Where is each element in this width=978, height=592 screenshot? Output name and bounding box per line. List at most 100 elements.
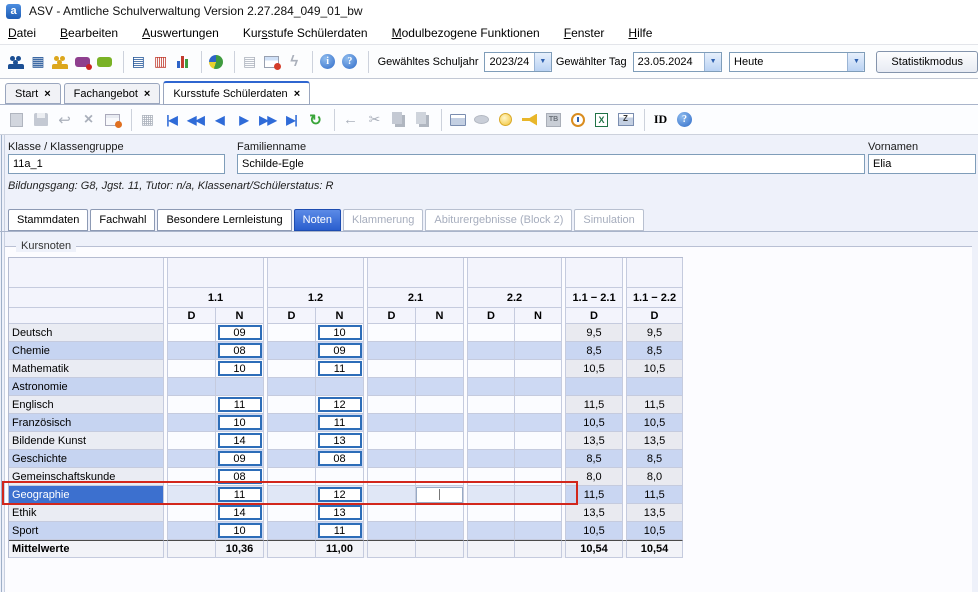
subject-cell[interactable]: Sport [9, 522, 164, 540]
schoolyear-combobox[interactable]: 2023/24 ▼ [484, 52, 551, 72]
tab-fachangebot[interactable]: Fachangebot× [64, 83, 161, 104]
info-icon[interactable]: i [318, 52, 337, 72]
n-grade-cell[interactable] [416, 522, 464, 540]
n-grade-cell[interactable] [316, 378, 364, 396]
n-grade-cell[interactable]: 09 [216, 450, 264, 468]
d-grade-cell[interactable] [268, 324, 316, 342]
copy-icon[interactable] [388, 110, 409, 130]
subject-cell[interactable]: Deutsch [9, 324, 164, 342]
refresh-icon[interactable]: ↻ [305, 110, 326, 130]
n-grade-cell[interactable]: 11 [216, 396, 264, 414]
cardfile-icon[interactable]: ▦ [137, 110, 158, 130]
d-grade-cell[interactable] [368, 522, 416, 540]
subject-cell[interactable]: Französisch [9, 414, 164, 432]
n-grade-cell[interactable] [416, 342, 464, 360]
pie-chart-icon[interactable] [207, 52, 226, 72]
n-grade-cell[interactable] [416, 432, 464, 450]
n-grade-cell[interactable]: 10 [316, 324, 364, 342]
d-grade-cell[interactable] [468, 342, 515, 360]
n-grade-cell[interactable]: 08 [216, 342, 264, 360]
day-combobox[interactable]: 23.05.2024 ▼ [633, 52, 722, 72]
n-grade-cell[interactable]: 14 [216, 504, 264, 522]
n-grade-cell[interactable] [515, 432, 562, 450]
grade-input[interactable]: 09 [218, 451, 262, 466]
grade-input[interactable]: 09 [218, 325, 262, 340]
n-grade-cell[interactable] [216, 378, 264, 396]
d-grade-cell[interactable] [268, 450, 316, 468]
menu-bearbeiten[interactable]: Bearbeiten [60, 23, 128, 43]
n-grade-cell[interactable] [416, 396, 464, 414]
d-grade-cell[interactable] [468, 522, 515, 540]
print-icon[interactable] [447, 110, 468, 130]
preview-icon[interactable] [471, 110, 492, 130]
n-grade-cell[interactable] [416, 504, 464, 522]
quick-action-bolt-icon[interactable]: ϟ [285, 52, 304, 72]
n-grade-cell[interactable] [515, 396, 562, 414]
tab-noten[interactable]: Noten [294, 209, 341, 231]
close-icon[interactable]: × [144, 88, 150, 100]
n-grade-cell[interactable]: 10 [216, 522, 264, 540]
grade-input[interactable]: 10 [318, 325, 362, 340]
d-grade-cell[interactable] [368, 342, 416, 360]
close-icon[interactable]: × [44, 88, 50, 100]
bar-chart-icon[interactable] [173, 52, 192, 72]
n-grade-cell[interactable]: 08 [316, 450, 364, 468]
cut-icon[interactable]: ✂ [364, 110, 385, 130]
d-grade-cell[interactable] [268, 432, 316, 450]
grade-input[interactable]: 12 [318, 397, 362, 412]
close-module-icon[interactable] [262, 52, 281, 72]
last-record-icon[interactable]: ▶| [281, 110, 302, 130]
fast-backward-icon[interactable]: ◀◀ [185, 110, 206, 130]
n-grade-cell[interactable] [515, 522, 562, 540]
n-grade-cell[interactable] [515, 504, 562, 522]
n-grade-cell[interactable] [515, 324, 562, 342]
menu-kursstufe-schuelerdaten[interactable]: Kursstufe Schülerdaten [243, 23, 378, 43]
save-icon[interactable] [30, 110, 51, 130]
d-grade-cell[interactable] [268, 522, 316, 540]
grade-input[interactable]: 10 [218, 523, 262, 538]
hint-bulb-icon[interactable] [495, 110, 516, 130]
menu-datei[interactable]: Datei [8, 23, 46, 43]
d-grade-cell[interactable] [468, 432, 515, 450]
excel-export-icon[interactable]: X [591, 110, 612, 130]
n-grade-cell[interactable] [416, 414, 464, 432]
d-grade-cell[interactable] [168, 342, 216, 360]
n-grade-cell[interactable]: 11 [316, 414, 364, 432]
d-grade-cell[interactable] [368, 414, 416, 432]
grade-input[interactable]: 13 [318, 505, 362, 520]
grade-input[interactable]: 08 [318, 451, 362, 466]
n-grade-cell[interactable]: 09 [216, 324, 264, 342]
familienname-field[interactable]: Schilde-Egle [237, 154, 865, 174]
d-grade-cell[interactable] [368, 432, 416, 450]
subject-cell[interactable]: Bildende Kunst [9, 432, 164, 450]
help-icon[interactable]: ? [340, 52, 359, 72]
paste-icon[interactable] [412, 110, 433, 130]
d-grade-cell[interactable] [468, 414, 515, 432]
n-grade-cell[interactable]: 13 [316, 432, 364, 450]
grade-input[interactable]: 14 [218, 433, 262, 448]
chevron-down-icon[interactable]: ▼ [534, 53, 551, 71]
n-grade-cell[interactable] [515, 414, 562, 432]
grade-input[interactable]: 14 [218, 505, 262, 520]
new-record-icon[interactable] [6, 110, 27, 130]
grade-input[interactable]: 11 [218, 397, 262, 412]
tab-start[interactable]: Start× [5, 83, 61, 104]
d-grade-cell[interactable] [368, 360, 416, 378]
d-grade-cell[interactable] [368, 450, 416, 468]
subject-cell[interactable]: Englisch [9, 396, 164, 414]
grade-input[interactable]: 11 [318, 415, 362, 430]
d-grade-cell[interactable] [468, 324, 515, 342]
d-grade-cell[interactable] [368, 324, 416, 342]
n-grade-cell[interactable] [515, 360, 562, 378]
subject-cell[interactable]: Mathematik [9, 360, 164, 378]
n-grade-cell[interactable] [515, 450, 562, 468]
chevron-down-icon[interactable]: ▼ [704, 53, 721, 71]
n-grade-cell[interactable] [416, 360, 464, 378]
n-grade-cell[interactable]: 11 [316, 522, 364, 540]
grade-input[interactable]: 11 [318, 361, 362, 376]
vornamen-field[interactable]: Elia [868, 154, 976, 174]
d-grade-cell[interactable] [168, 504, 216, 522]
help-icon[interactable]: ? [674, 110, 695, 130]
grade-input[interactable]: 13 [318, 433, 362, 448]
d-grade-cell[interactable] [468, 378, 515, 396]
